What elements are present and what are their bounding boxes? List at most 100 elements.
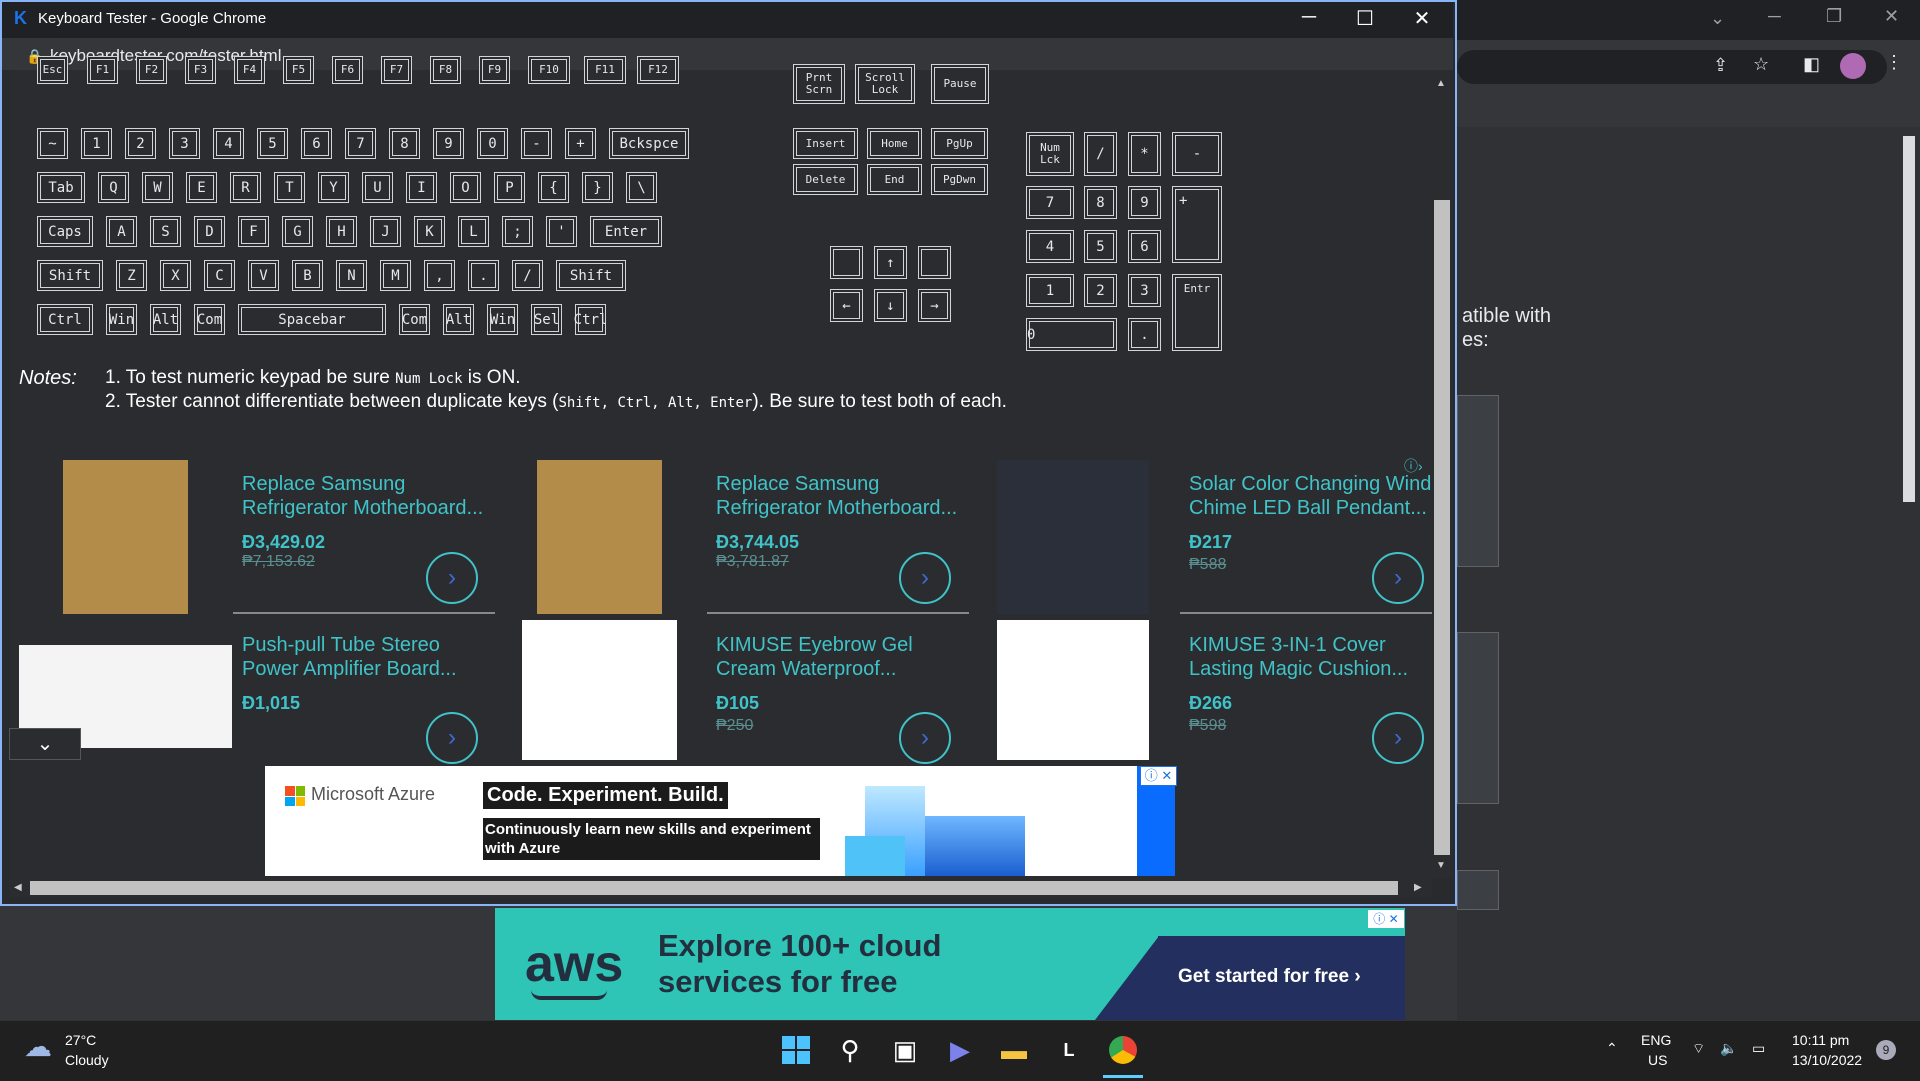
key-6[interactable]: Y: [318, 172, 349, 203]
numpad-key[interactable]: 1: [1026, 274, 1074, 307]
key-7[interactable]: Win: [487, 304, 518, 335]
numpad-key[interactable]: 8: [1084, 186, 1117, 219]
language[interactable]: ENG: [1641, 1032, 1671, 1048]
key-1[interactable]: Z: [116, 260, 147, 291]
avatar[interactable]: [1840, 53, 1866, 79]
key-11[interactable]: Shift: [556, 260, 626, 291]
key-3[interactable]: 3: [169, 128, 200, 159]
battery-icon[interactable]: ▭: [1752, 1040, 1765, 1057]
product-arrow-button[interactable]: ›: [426, 552, 478, 604]
chrome-icon[interactable]: [1105, 1032, 1141, 1068]
arrow-up-key[interactable]: ↑: [874, 246, 907, 279]
key-9[interactable]: Ctrl: [574, 304, 607, 335]
nav-key[interactable]: Delete: [793, 164, 858, 195]
key-4[interactable]: R: [230, 172, 261, 203]
minimize-icon[interactable]: ─: [1768, 6, 1781, 27]
arrow-left-key[interactable]: ←: [830, 289, 863, 322]
key-12[interactable]: Enter: [590, 216, 662, 247]
key-4[interactable]: Spacebar: [238, 304, 386, 335]
key-0[interactable]: Shift: [37, 260, 103, 291]
key-3[interactable]: E: [186, 172, 217, 203]
key-0[interactable]: Tab: [37, 172, 85, 203]
key-2[interactable]: X: [160, 260, 191, 291]
key-5[interactable]: 5: [257, 128, 288, 159]
nav-key[interactable]: PgDwn: [931, 164, 988, 195]
key-6[interactable]: Alt: [443, 304, 474, 335]
numpad-key[interactable]: 2: [1084, 274, 1117, 307]
key-6[interactable]: 6: [301, 128, 332, 159]
product-title[interactable]: Solar Color Changing Wind Chime LED Ball…: [1189, 472, 1449, 520]
key-11[interactable]: {: [538, 172, 569, 203]
product-image[interactable]: [522, 620, 677, 760]
teams-chat-icon[interactable]: ▶: [942, 1032, 978, 1068]
system-key[interactable]: Pause: [931, 64, 989, 104]
key-9[interactable]: .: [468, 260, 499, 291]
key-9[interactable]: 9: [433, 128, 464, 159]
key-0[interactable]: Caps: [37, 216, 93, 247]
blank-key[interactable]: [918, 246, 951, 279]
numpad-key[interactable]: 6: [1128, 230, 1161, 263]
numpad-enter-key[interactable]: Entr: [1172, 274, 1222, 351]
key-10[interactable]: P: [494, 172, 525, 203]
function-key[interactable]: F5: [283, 56, 314, 84]
volume-icon[interactable]: 🔈: [1720, 1040, 1737, 1057]
key-4[interactable]: F: [238, 216, 269, 247]
arrow-down-key[interactable]: ↓: [874, 289, 907, 322]
key-2[interactable]: S: [150, 216, 181, 247]
key-1[interactable]: 1: [81, 128, 112, 159]
numpad-key[interactable]: 5: [1084, 230, 1117, 263]
numpad-divide-key[interactable]: /: [1084, 132, 1117, 176]
product-title[interactable]: Replace Samsung Refrigerator Motherboard…: [242, 472, 502, 520]
key-5[interactable]: B: [292, 260, 323, 291]
close-icon[interactable]: ✕: [1884, 6, 1899, 27]
nav-key[interactable]: End: [867, 164, 922, 195]
key-4[interactable]: V: [248, 260, 279, 291]
side-panel-icon[interactable]: ◧: [1803, 54, 1820, 75]
key-12[interactable]: +: [565, 128, 596, 159]
key-11[interactable]: ': [546, 216, 577, 247]
key-9[interactable]: O: [450, 172, 481, 203]
key-9[interactable]: L: [458, 216, 489, 247]
aws-ad-banner[interactable]: aws Explore 100+ cloud services for free…: [495, 908, 1405, 1020]
system-key[interactable]: Scroll Lock: [855, 64, 915, 104]
restore-icon[interactable]: ❐: [1826, 6, 1842, 27]
system-key[interactable]: Prnt Scrn: [793, 64, 845, 104]
key-3[interactable]: D: [194, 216, 225, 247]
key-11[interactable]: -: [521, 128, 552, 159]
numpad-minus-key[interactable]: -: [1172, 132, 1222, 176]
background-scrollbar[interactable]: [1903, 136, 1915, 502]
vertical-scroll-thumb[interactable]: [1434, 200, 1450, 855]
key-8[interactable]: I: [406, 172, 437, 203]
function-key[interactable]: F9: [479, 56, 510, 84]
notification-badge[interactable]: 9: [1876, 1040, 1896, 1060]
clock-date[interactable]: 13/10/2022: [1792, 1052, 1862, 1068]
menu-icon[interactable]: ⋮: [1885, 52, 1903, 73]
key-7[interactable]: 7: [345, 128, 376, 159]
ad-info-icon[interactable]: ⓘ›: [1404, 456, 1423, 476]
scroll-up-icon[interactable]: ▲: [1436, 78, 1446, 89]
key-13[interactable]: Bckspce: [609, 128, 689, 159]
key-10[interactable]: ;: [502, 216, 533, 247]
key-3[interactable]: Com: [194, 304, 225, 335]
clock-time[interactable]: 10:11 pm: [1792, 1032, 1849, 1048]
key-8[interactable]: Sel: [531, 304, 562, 335]
key-2[interactable]: Alt: [150, 304, 181, 335]
key-0[interactable]: ~: [37, 128, 68, 159]
numpad-multiply-key[interactable]: *: [1128, 132, 1161, 176]
key-2[interactable]: 2: [125, 128, 156, 159]
nav-key[interactable]: PgUp: [931, 128, 988, 159]
key-8[interactable]: ,: [424, 260, 455, 291]
key-1[interactable]: Win: [106, 304, 137, 335]
task-view-icon[interactable]: ▣: [887, 1032, 923, 1068]
product-arrow-button[interactable]: ›: [899, 552, 951, 604]
product-image[interactable]: [537, 460, 662, 614]
product-image[interactable]: [63, 460, 188, 614]
ad-choices-icon[interactable]: ⓘ ✕: [1140, 766, 1177, 786]
function-key[interactable]: F8: [430, 56, 461, 84]
product-image[interactable]: [997, 620, 1149, 760]
start-icon[interactable]: [778, 1032, 814, 1068]
function-key[interactable]: F6: [332, 56, 363, 84]
function-key[interactable]: F3: [185, 56, 216, 84]
key-8[interactable]: K: [414, 216, 445, 247]
numpad-dot-key[interactable]: .: [1128, 318, 1161, 351]
